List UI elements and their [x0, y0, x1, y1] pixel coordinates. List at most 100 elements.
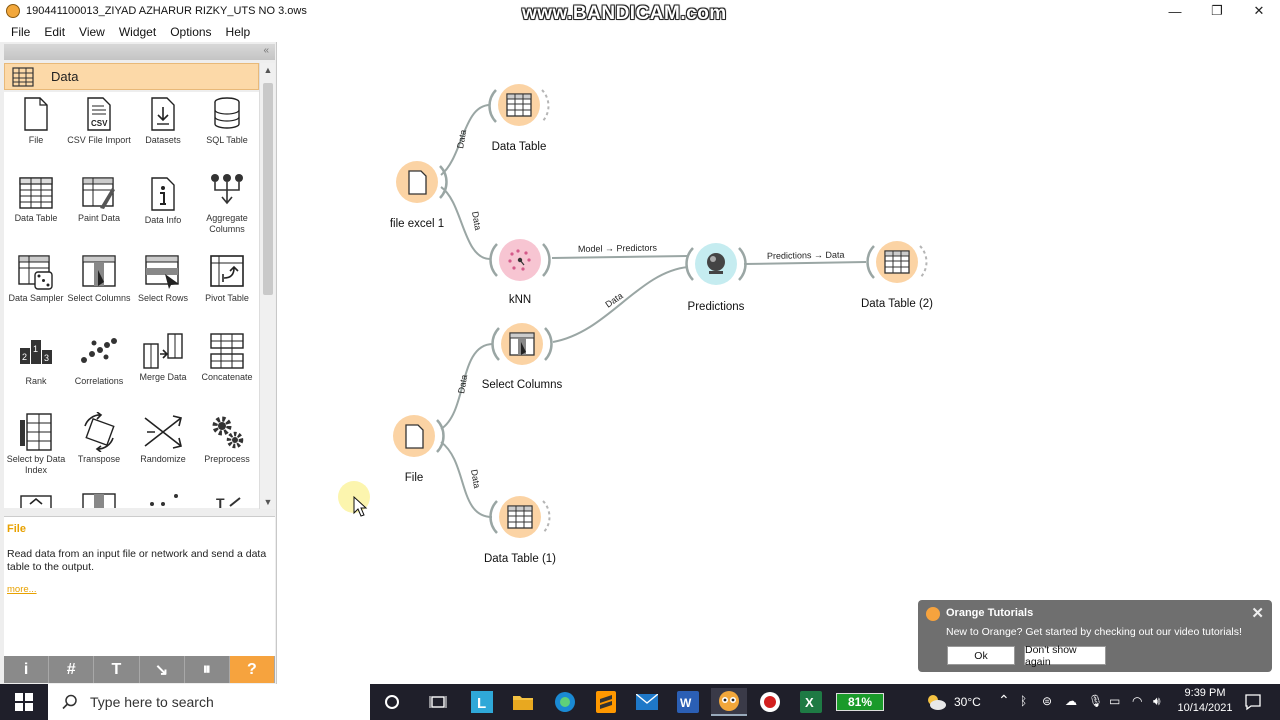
widget-partial-1[interactable]	[4, 492, 68, 508]
scroll-down-icon[interactable]: ▼	[260, 497, 276, 507]
menu-view[interactable]: View	[72, 25, 112, 39]
node-predictions[interactable]: Predictions	[685, 243, 747, 313]
widget-partial-4[interactable]: T	[195, 492, 259, 508]
menu-file[interactable]: File	[4, 25, 37, 39]
taskbar-sublime[interactable]	[588, 688, 624, 716]
widget-rank[interactable]: 213 Rank	[4, 336, 68, 387]
help-button[interactable]: ?	[229, 656, 276, 683]
taskbar-excel[interactable]: X	[793, 688, 829, 716]
bottom-toolbar: i # T ↘ ⏸ ?	[4, 656, 276, 683]
widget-concatenate[interactable]: Concatenate	[195, 332, 259, 383]
battery-widget[interactable]: 81%	[836, 693, 884, 711]
taskbar-file-explorer[interactable]	[505, 688, 541, 716]
search-placeholder: Type here to search	[90, 694, 214, 710]
widget-select-columns[interactable]: Select Columns	[67, 254, 131, 304]
start-button[interactable]	[0, 684, 48, 720]
taskbar-word[interactable]: W	[670, 688, 706, 716]
widget-data-info[interactable]: Data Info	[131, 176, 195, 226]
word-icon: W	[677, 691, 699, 713]
widget-data-table[interactable]: Data Table	[4, 176, 68, 224]
svg-text:X: X	[805, 695, 814, 710]
taskbar-mail[interactable]	[629, 688, 665, 716]
cortana-button[interactable]	[374, 688, 410, 716]
node-knn[interactable]: kNN	[489, 239, 551, 306]
volume-icon[interactable]: 🔊︎	[1153, 694, 1161, 709]
menu-edit[interactable]: Edit	[37, 25, 72, 39]
menu-widget[interactable]: Widget	[112, 25, 163, 39]
widget-datasets[interactable]: Datasets	[131, 96, 195, 146]
link-knn-to-predictions[interactable]	[551, 255, 689, 259]
ok-button[interactable]: Ok	[947, 646, 1015, 665]
widget-partial-3[interactable]	[131, 492, 195, 508]
widget-sql-table[interactable]: SQL Table	[195, 96, 259, 146]
link-predictions-to-data-table-2[interactable]	[743, 261, 867, 265]
task-view-button[interactable]	[420, 688, 456, 716]
microphone-icon[interactable]: 🎙︎	[1088, 694, 1103, 708]
widget-select-rows[interactable]: Select Rows	[131, 254, 195, 304]
network-tray-icon[interactable]: ⊜	[1042, 694, 1052, 708]
close-notification-icon[interactable]: ✕	[1251, 604, 1264, 622]
menu-help[interactable]: Help	[219, 25, 258, 39]
pause-button[interactable]: ⏸	[185, 656, 230, 683]
taskbar-app-l[interactable]: L	[464, 688, 500, 716]
widget-correlations[interactable]: Correlations	[67, 336, 131, 387]
widget-merge-data[interactable]: Merge Data	[131, 332, 195, 383]
widget-randomize[interactable]: Randomize	[131, 412, 195, 465]
taskbar-bandicam[interactable]	[752, 688, 788, 716]
node-select-columns[interactable]: Select Columns	[482, 323, 563, 391]
node-file[interactable]: File	[393, 415, 445, 484]
windows-logo-icon	[15, 693, 33, 711]
select-columns-icon	[82, 255, 116, 287]
scroll-thumb[interactable]	[263, 83, 273, 295]
widget-pivot-table[interactable]: Pivot Table	[195, 254, 259, 304]
grid-button[interactable]: #	[49, 656, 95, 683]
chevron-up-icon[interactable]: ⌃	[998, 692, 1010, 709]
widget-paint-data[interactable]: Paint Data	[67, 176, 131, 224]
category-data-header[interactable]: Data	[4, 63, 259, 90]
widget-partial-2[interactable]	[67, 492, 131, 508]
node-label: file excel 1	[390, 218, 444, 230]
node-file-excel-1[interactable]: file excel 1	[390, 161, 448, 230]
close-button[interactable]: ✕	[1238, 0, 1280, 22]
bluetooth-icon[interactable]: ᛒ	[1020, 694, 1027, 708]
maximize-button[interactable]: ❐	[1196, 0, 1238, 22]
info-button[interactable]: i	[4, 656, 50, 683]
widget-transpose[interactable]: Transpose	[67, 412, 131, 465]
notifications-icon[interactable]	[1244, 693, 1262, 711]
taskbar-clock[interactable]: 9:39 PM 10/14/2021	[1172, 686, 1238, 716]
workflow-canvas[interactable]: Data Data Model → Predictors Predictions…	[278, 42, 1280, 684]
node-data-table-1[interactable]: Data Table (1)	[484, 496, 556, 565]
scroll-up-icon[interactable]: ▲	[260, 65, 276, 75]
taskbar-orange[interactable]	[711, 688, 747, 716]
database-icon	[214, 97, 240, 129]
weather-temperature[interactable]: 30°C	[954, 695, 981, 709]
node-label: Data Table (2)	[861, 298, 933, 310]
taskbar-edge[interactable]	[547, 688, 583, 716]
widget-data-sampler[interactable]: Data Sampler	[4, 254, 68, 304]
text-annotation-button[interactable]: T	[94, 656, 140, 683]
widget-select-by-data-index[interactable]: Select by Data Index	[4, 412, 68, 476]
wifi-icon[interactable]: ◠	[1132, 694, 1142, 708]
taskbar-search-box[interactable]: Type here to search	[48, 684, 370, 720]
menu-bar: File Edit View Widget Options Help	[0, 22, 1280, 42]
minimize-button[interactable]: —	[1154, 0, 1196, 22]
widget-file[interactable]: File	[4, 96, 68, 146]
node-data-table[interactable]: Data Table	[488, 84, 550, 153]
dont-show-again-button[interactable]: Don't show again	[1024, 644, 1106, 668]
widget-preprocess[interactable]: Preprocess	[195, 412, 259, 465]
link-select-columns-to-predictions[interactable]	[552, 266, 689, 343]
select-by-index-icon	[20, 413, 52, 451]
widget-csv-file-import[interactable]: CSV CSV File Import	[67, 96, 131, 146]
collapse-panel-icon[interactable]: «	[263, 45, 269, 56]
widget-aggregate-columns[interactable]: Aggregate Columns	[195, 172, 259, 235]
node-label: kNN	[509, 294, 531, 306]
link-file-to-data-table-1[interactable]	[440, 441, 493, 518]
battery-icon[interactable]: ▭	[1109, 694, 1120, 708]
clock-date: 10/14/2021	[1177, 702, 1233, 714]
toolbox-scrollbar[interactable]: ▲ ▼	[259, 63, 275, 509]
menu-options[interactable]: Options	[163, 25, 218, 39]
arrow-annotation-button[interactable]: ↘	[140, 656, 185, 683]
node-data-table-2[interactable]: Data Table (2)	[861, 241, 933, 310]
onedrive-cloud-icon[interactable]: ☁	[1065, 694, 1077, 708]
description-more-link[interactable]: more...	[7, 584, 272, 595]
